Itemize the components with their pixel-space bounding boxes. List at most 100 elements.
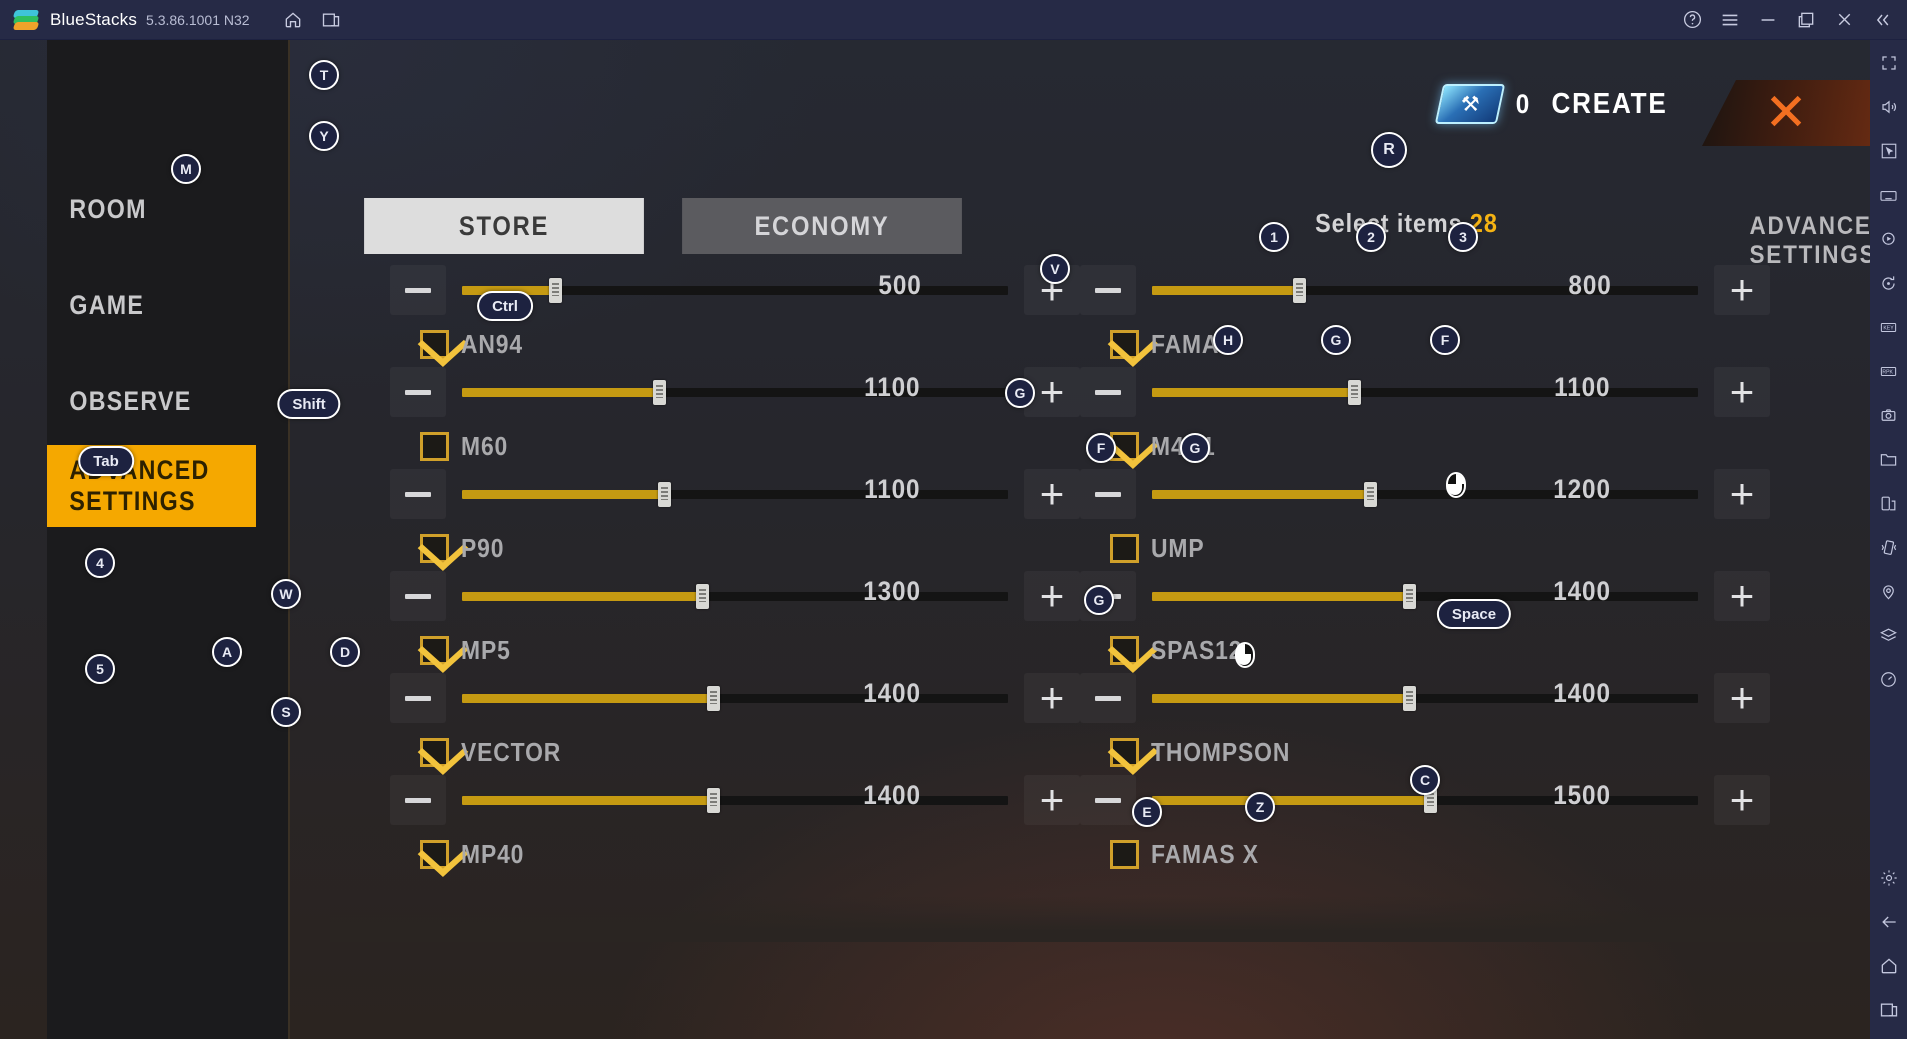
item-checkbox[interactable]	[1110, 329, 1139, 359]
item-checkbox[interactable]	[1110, 839, 1139, 869]
keymap-marker-v[interactable]: V	[1040, 254, 1070, 284]
decrement-button[interactable]	[1080, 367, 1136, 417]
keymap-icon[interactable]: KEY	[1874, 312, 1904, 342]
pointer-icon[interactable]	[1874, 136, 1904, 166]
decrement-button[interactable]	[390, 775, 446, 825]
price-slider[interactable]: 1500	[1152, 780, 1698, 813]
slider-knob[interactable]	[652, 379, 666, 405]
increment-button[interactable]: +	[1714, 469, 1770, 519]
create-group[interactable]: ⚒ 0 CREATE	[1434, 84, 1674, 124]
price-slider[interactable]: 1100	[462, 474, 1008, 507]
keyboard-icon[interactable]	[1874, 180, 1904, 210]
mouse-click-marker[interactable]	[1446, 472, 1466, 498]
price-slider[interactable]: 1300	[462, 576, 1008, 609]
fullscreen-icon[interactable]	[1874, 48, 1904, 78]
slider-knob[interactable]	[1293, 277, 1307, 303]
nav-item-observe[interactable]: OBSERVE	[47, 362, 256, 440]
close-icon[interactable]	[1827, 3, 1861, 37]
increment-button[interactable]: +	[1024, 673, 1080, 723]
increment-button[interactable]: +	[1024, 775, 1080, 825]
price-slider[interactable]: 500	[462, 270, 1008, 303]
recents-icon[interactable]	[1874, 995, 1904, 1025]
back-icon[interactable]	[1874, 907, 1904, 937]
price-slider[interactable]: 800	[1152, 270, 1698, 303]
settings-icon[interactable]	[1874, 863, 1904, 893]
keymap-marker-a[interactable]: A	[212, 637, 242, 667]
mouse-click-marker[interactable]	[1235, 642, 1255, 668]
shake-icon[interactable]	[1874, 532, 1904, 562]
menu-icon[interactable]	[1713, 3, 1747, 37]
keymap-marker-f[interactable]: F	[1430, 325, 1460, 355]
keymap-marker-1[interactable]: 1	[1259, 222, 1289, 252]
performance-icon[interactable]	[1874, 664, 1904, 694]
keymap-marker-z[interactable]: Z	[1245, 792, 1275, 822]
slider-knob[interactable]	[707, 685, 721, 711]
increment-button[interactable]: +	[1024, 571, 1080, 621]
layers-icon[interactable]	[1874, 620, 1904, 650]
price-slider[interactable]: 1400	[462, 678, 1008, 711]
decrement-button[interactable]	[390, 571, 446, 621]
collapse-icon[interactable]	[1865, 3, 1899, 37]
price-slider[interactable]: 1100	[462, 372, 1008, 405]
slider-knob[interactable]	[696, 583, 710, 609]
item-checkbox[interactable]	[420, 431, 449, 461]
increment-button[interactable]: +	[1024, 469, 1080, 519]
price-slider[interactable]: 1400	[462, 780, 1008, 813]
price-slider[interactable]: 1400	[1152, 678, 1698, 711]
decrement-button[interactable]	[1080, 265, 1136, 315]
item-checkbox[interactable]	[1110, 533, 1139, 563]
keymap-marker-2[interactable]: 2	[1356, 222, 1386, 252]
decrement-button[interactable]	[1080, 775, 1136, 825]
home-icon[interactable]	[1874, 951, 1904, 981]
macro-record-icon[interactable]	[1874, 224, 1904, 254]
keymap-marker-ctrl[interactable]: Ctrl	[477, 291, 533, 321]
help-icon[interactable]	[1675, 3, 1709, 37]
keymap-marker-4[interactable]: 4	[85, 548, 115, 578]
keymap-marker-g[interactable]: G	[1321, 325, 1351, 355]
minimize-icon[interactable]	[1751, 3, 1785, 37]
item-checkbox[interactable]	[420, 839, 449, 869]
volume-icon[interactable]	[1874, 92, 1904, 122]
rpk-icon[interactable]: RPK	[1874, 356, 1904, 386]
keymap-marker-h[interactable]: H	[1213, 325, 1243, 355]
slider-knob[interactable]	[658, 481, 672, 507]
item-checkbox[interactable]	[420, 533, 449, 563]
location-icon[interactable]	[1874, 576, 1904, 606]
slider-knob[interactable]	[1364, 481, 1378, 507]
slider-knob[interactable]	[1402, 583, 1416, 609]
keymap-marker-shift[interactable]: Shift	[277, 389, 341, 419]
increment-button[interactable]: +	[1714, 673, 1770, 723]
nav-item-room[interactable]: ROOM	[47, 170, 256, 248]
keymap-marker-3[interactable]: 3	[1448, 222, 1478, 252]
increment-button[interactable]: +	[1714, 775, 1770, 825]
slider-knob[interactable]	[1402, 685, 1416, 711]
keymap-marker-tab[interactable]: Tab	[78, 446, 134, 476]
slider-knob[interactable]	[548, 277, 562, 303]
keymap-marker-g[interactable]: G	[1084, 585, 1114, 615]
keymap-marker-f[interactable]: F	[1086, 433, 1116, 463]
decrement-button[interactable]	[390, 469, 446, 519]
decrement-button[interactable]	[1080, 673, 1136, 723]
decrement-button[interactable]	[390, 265, 446, 315]
keymap-marker-d[interactable]: D	[330, 637, 360, 667]
keymap-marker-space[interactable]: Space	[1436, 599, 1512, 629]
close-panel-button[interactable]: ✕	[1702, 80, 1870, 146]
rotate-icon[interactable]	[1874, 268, 1904, 298]
item-checkbox[interactable]	[1110, 737, 1139, 767]
keymap-marker-g[interactable]: G	[1005, 378, 1035, 408]
keymap-marker-e[interactable]: E	[1132, 797, 1162, 827]
keymap-marker-s[interactable]: S	[271, 697, 301, 727]
nav-item-game[interactable]: GAME	[47, 266, 256, 344]
decrement-button[interactable]	[390, 367, 446, 417]
decrement-button[interactable]	[1080, 469, 1136, 519]
increment-button[interactable]: +	[1714, 367, 1770, 417]
keymap-marker-y[interactable]: Y	[309, 121, 339, 151]
keymap-marker-t[interactable]: T	[309, 60, 339, 90]
folder-icon[interactable]	[1874, 444, 1904, 474]
decrement-button[interactable]	[390, 673, 446, 723]
keymap-marker-g[interactable]: G	[1180, 433, 1210, 463]
price-slider[interactable]: 1200	[1152, 474, 1698, 507]
slider-knob[interactable]	[707, 787, 721, 813]
maximize-icon[interactable]	[1789, 3, 1823, 37]
item-checkbox[interactable]	[1110, 635, 1139, 665]
